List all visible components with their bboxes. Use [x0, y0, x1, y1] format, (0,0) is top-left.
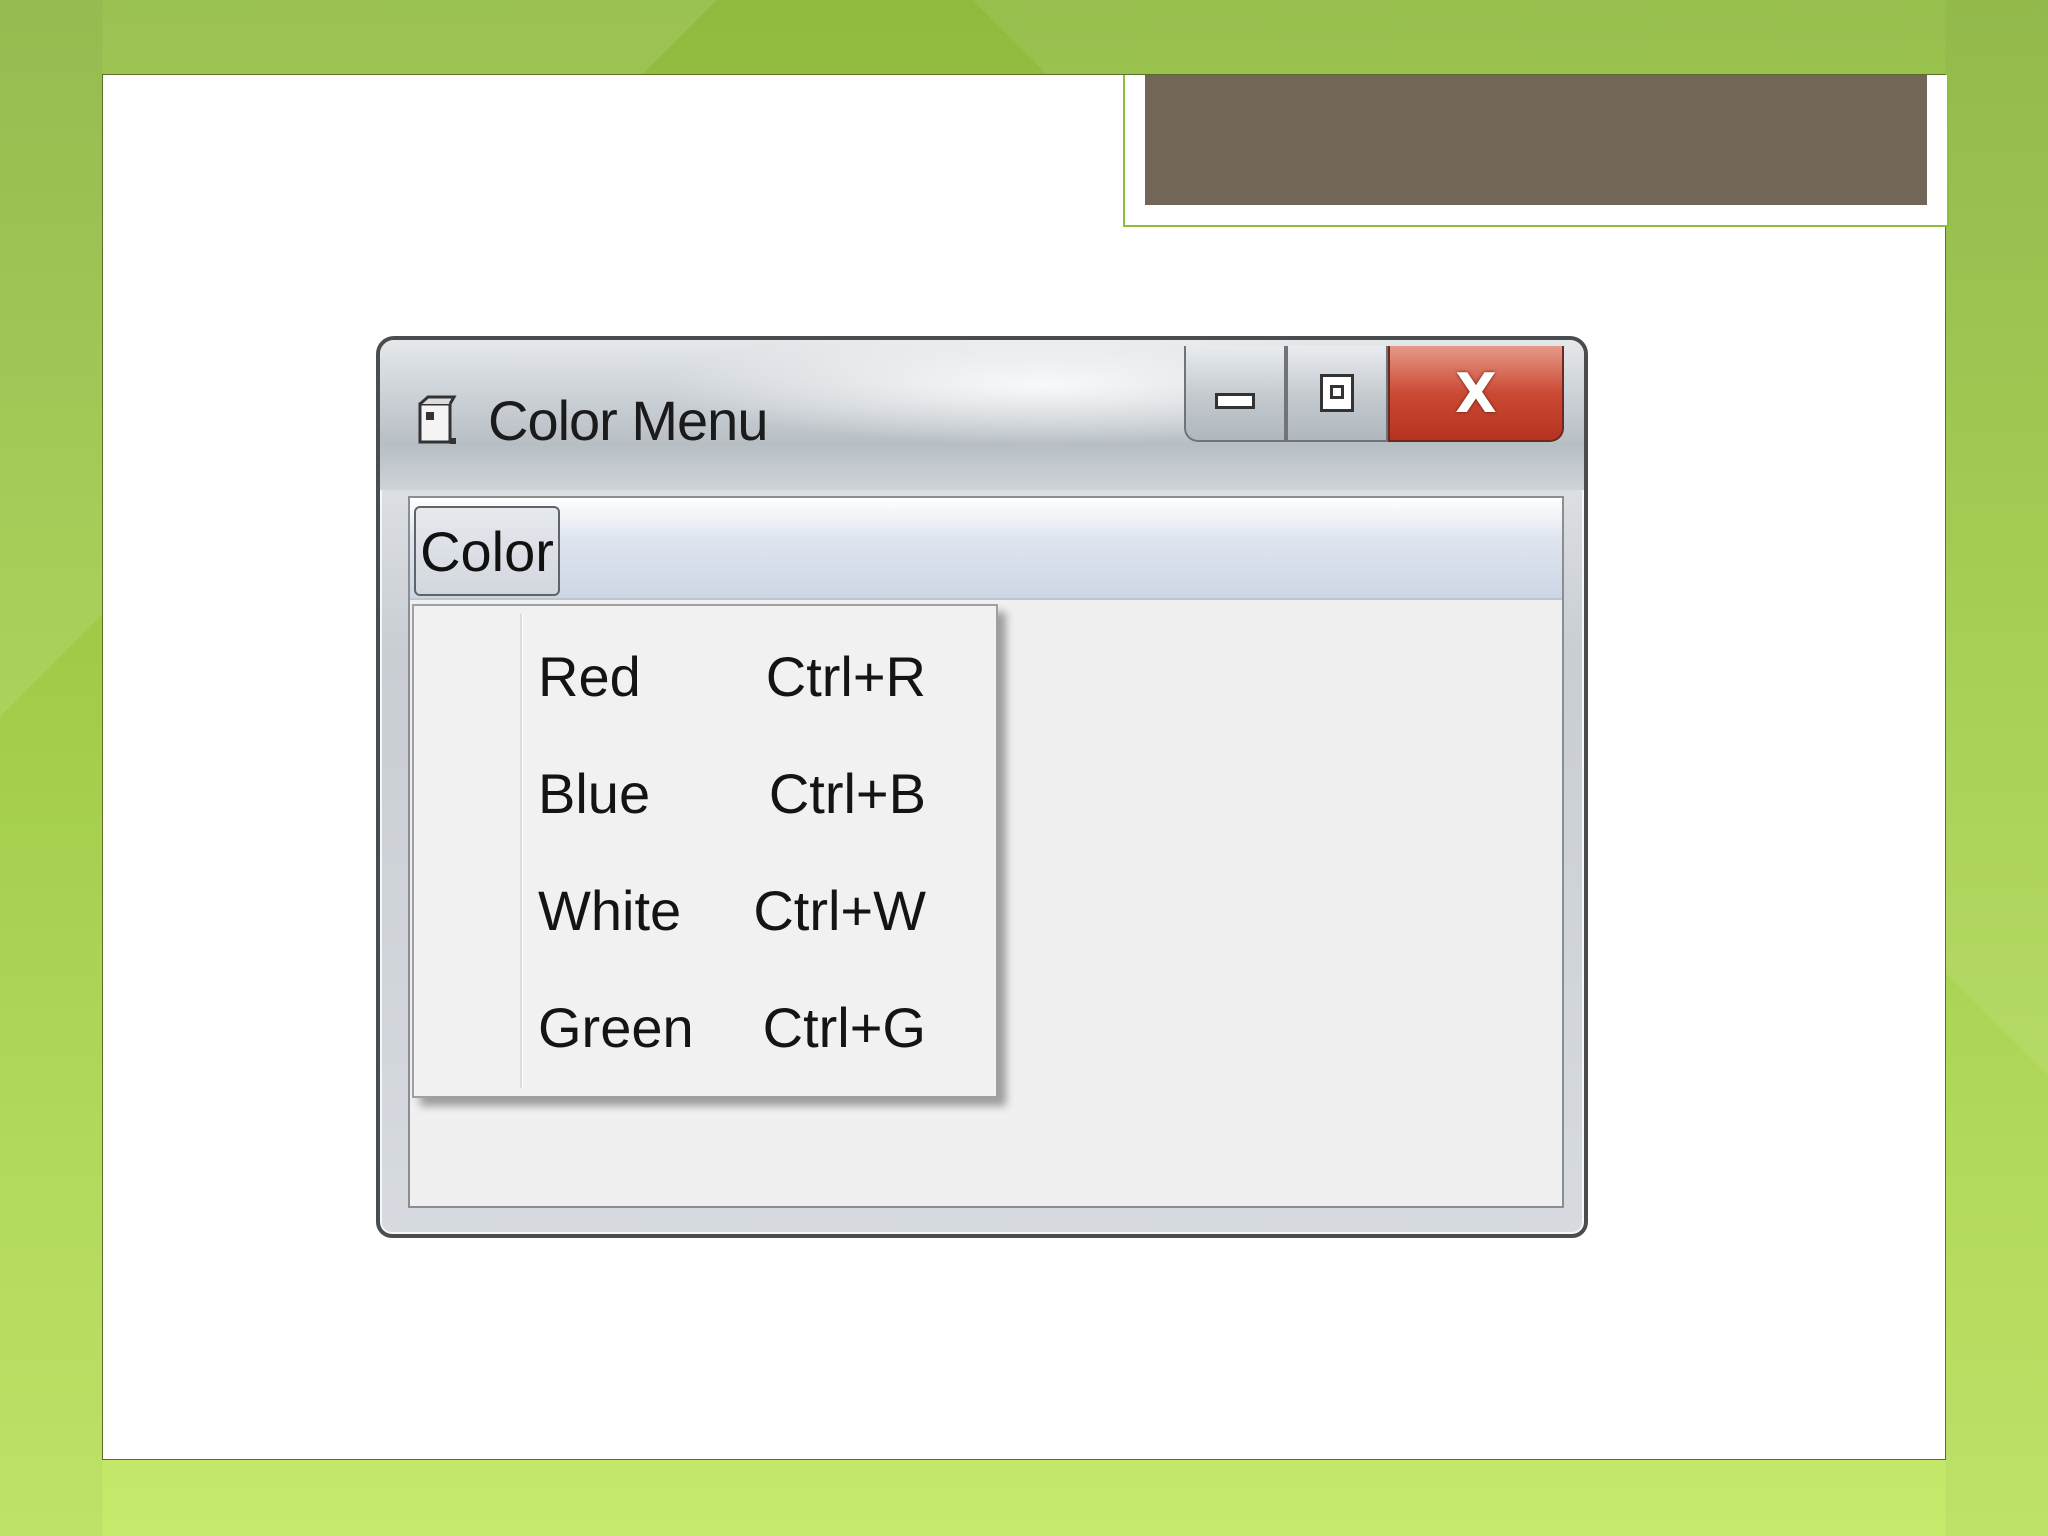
color-dropdown-menu: Red Ctrl+R Blue Ctrl+B White Ctrl+W Gree…: [412, 604, 998, 1098]
form-window-icon: [418, 395, 457, 444]
caption-buttons: X: [1184, 346, 1564, 446]
menu-item-blue[interactable]: Blue Ctrl+B: [414, 743, 996, 843]
minimize-icon: [1215, 393, 1255, 409]
menu-item-label: White: [538, 879, 682, 942]
menu-item-green[interactable]: Green Ctrl+G: [414, 977, 996, 1077]
title-bar[interactable]: Color Menu X: [380, 340, 1584, 490]
menu-item-white[interactable]: White Ctrl+W: [414, 860, 996, 960]
menu-item-label: Red: [538, 645, 641, 708]
maximize-icon: [1320, 374, 1354, 412]
close-button[interactable]: X: [1388, 346, 1564, 442]
window-title: Color Menu: [488, 389, 768, 452]
menu-item-red[interactable]: Red Ctrl+R: [414, 626, 996, 726]
menu-bar: Color: [410, 498, 1562, 600]
close-icon: X: [1455, 361, 1497, 425]
menu-item-label: Blue: [538, 762, 651, 825]
maximize-button[interactable]: [1286, 346, 1388, 442]
menu-item-label: Green: [538, 996, 694, 1059]
minimize-button[interactable]: [1184, 346, 1286, 442]
title-band-fill: [1145, 75, 1927, 205]
menu-color[interactable]: Color: [414, 506, 560, 596]
menu-item-shortcut: Ctrl+W: [753, 879, 926, 942]
menu-item-shortcut: Ctrl+R: [765, 645, 926, 708]
menu-item-shortcut: Ctrl+B: [768, 762, 926, 825]
title-placeholder: [1123, 75, 1949, 227]
menu-item-shortcut: Ctrl+G: [762, 996, 926, 1059]
